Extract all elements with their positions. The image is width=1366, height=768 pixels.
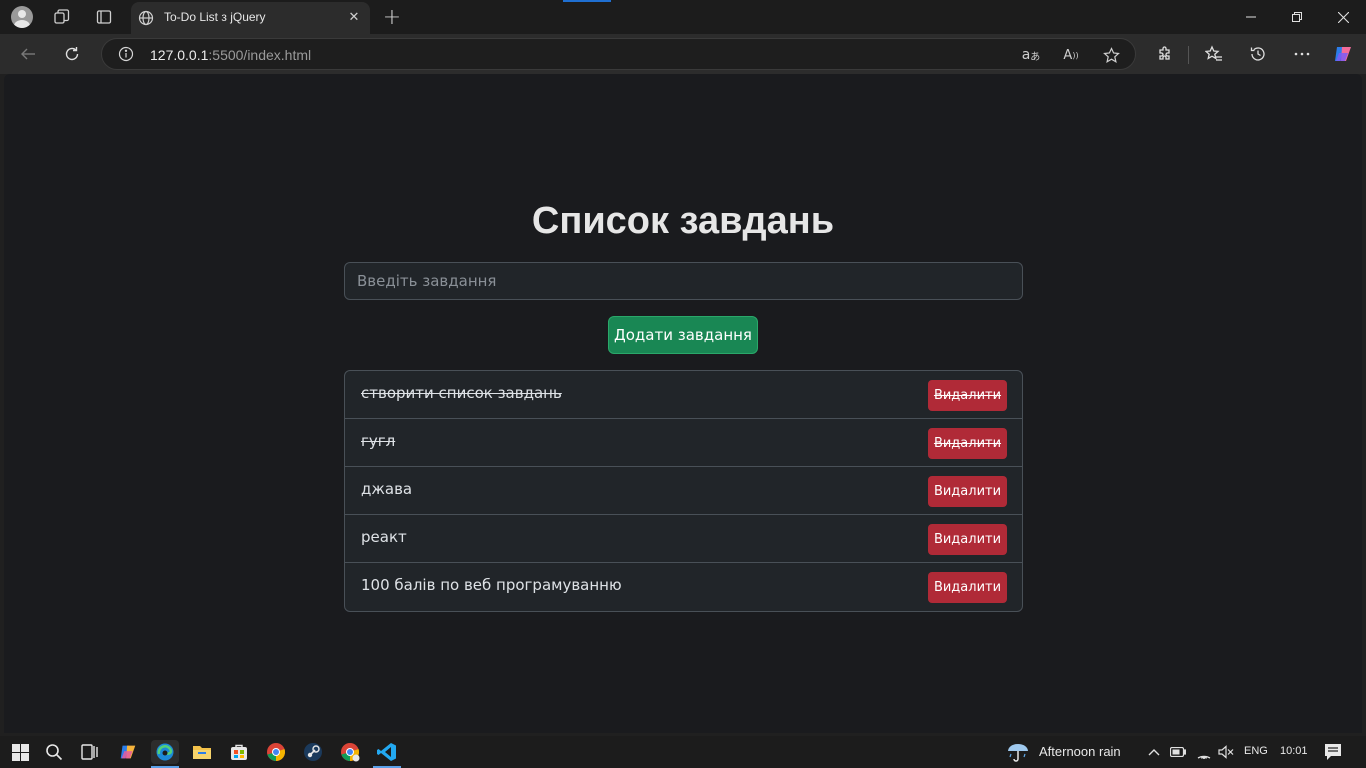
task-item[interactable]: реакт Видалити	[345, 515, 1022, 563]
minimize-icon[interactable]	[1228, 0, 1274, 34]
browser-toolbar: 127.0.0.1:5500/index.html aあ A))	[0, 34, 1366, 74]
clock[interactable]: 10:01	[1280, 745, 1308, 757]
globe-icon	[138, 10, 154, 26]
task-input[interactable]	[344, 262, 1023, 300]
copilot-icon[interactable]	[1331, 42, 1355, 66]
task-item[interactable]: створити список завдань Видалити	[345, 371, 1022, 419]
favorites-icon[interactable]	[1202, 42, 1226, 66]
task-text[interactable]: реакт	[361, 528, 407, 546]
task-item[interactable]: 100 балів по веб програмуванню Видалити	[345, 563, 1022, 611]
translate-icon[interactable]: aあ	[1022, 46, 1041, 64]
steam-icon[interactable]	[299, 740, 327, 764]
address-bar[interactable]: 127.0.0.1:5500/index.html aあ A))	[101, 38, 1136, 70]
chrome-icon[interactable]	[336, 740, 364, 764]
language-indicator[interactable]: ENG	[1244, 745, 1268, 757]
task-text[interactable]: гугл	[361, 432, 395, 450]
task-view-icon[interactable]	[76, 740, 104, 764]
profile-icon[interactable]	[10, 5, 34, 29]
delete-task-button[interactable]: Видалити	[928, 380, 1007, 411]
delete-task-button[interactable]: Видалити	[928, 476, 1007, 507]
windows-start-icon[interactable]	[6, 740, 34, 764]
tab-title: To-Do List з jQuery	[164, 10, 266, 24]
vscode-icon[interactable]	[373, 740, 401, 768]
battery-icon[interactable]	[1170, 744, 1186, 760]
browser-tab-bar: To-Do List з jQuery ✕ +	[0, 0, 1366, 34]
file-explorer-icon[interactable]	[188, 740, 216, 764]
copilot-icon[interactable]	[114, 740, 142, 764]
delete-task-button[interactable]: Видалити	[928, 572, 1007, 603]
weather-label[interactable]: Afternoon rain	[1039, 744, 1121, 759]
workspaces-icon[interactable]	[50, 5, 74, 29]
volume-muted-icon[interactable]	[1218, 744, 1234, 760]
edge-icon[interactable]	[151, 740, 179, 768]
page-title: Список завдань	[531, 200, 835, 242]
close-icon[interactable]: ✕	[346, 9, 362, 25]
search-icon[interactable]	[40, 740, 68, 764]
chrome-icon[interactable]	[262, 740, 290, 764]
store-icon[interactable]	[225, 740, 253, 764]
window-close-icon[interactable]	[1320, 0, 1366, 34]
reload-icon[interactable]	[60, 42, 84, 66]
task-item[interactable]: джава Видалити	[345, 467, 1022, 515]
url-path: :5500/index.html	[208, 47, 312, 63]
add-task-button[interactable]: Додати завдання	[608, 316, 758, 354]
url-host: 127.0.0.1	[150, 47, 209, 63]
star-icon[interactable]	[1102, 46, 1120, 64]
delete-task-button[interactable]: Видалити	[928, 428, 1007, 459]
wifi-icon[interactable]	[1196, 744, 1212, 760]
more-icon[interactable]	[1290, 42, 1314, 66]
url-text[interactable]: 127.0.0.1:5500/index.html	[150, 47, 311, 63]
weather-rain-icon[interactable]	[1006, 741, 1030, 763]
windows-taskbar: Afternoon rain ENG 10:01	[0, 736, 1366, 768]
task-list: створити список завдань Видалити гугл Видал…	[344, 370, 1023, 612]
tab-strip-indicator	[563, 0, 611, 2]
plus-icon[interactable]: +	[380, 5, 404, 30]
tab-actions-icon[interactable]	[92, 5, 116, 29]
browser-tab-active[interactable]: To-Do List з jQuery ✕	[131, 2, 370, 34]
info-icon[interactable]	[118, 46, 134, 62]
chevron-up-icon[interactable]	[1146, 744, 1162, 760]
back-icon[interactable]	[16, 42, 40, 66]
task-item[interactable]: гугл Видалити	[345, 419, 1022, 467]
task-text[interactable]: створити список завдань	[361, 384, 562, 402]
maximize-icon[interactable]	[1274, 0, 1320, 34]
toolbar-divider	[1188, 46, 1189, 64]
read-aloud-icon[interactable]: A))	[1062, 46, 1080, 64]
delete-task-button[interactable]: Видалити	[928, 524, 1007, 555]
page-viewport: Список завдань Додати завдання створити …	[4, 74, 1362, 733]
task-text[interactable]: джава	[361, 480, 412, 498]
history-icon[interactable]	[1246, 42, 1270, 66]
notification-icon[interactable]	[1324, 743, 1342, 761]
extensions-icon[interactable]	[1153, 42, 1177, 66]
task-text[interactable]: 100 балів по веб програмуванню	[361, 576, 622, 594]
